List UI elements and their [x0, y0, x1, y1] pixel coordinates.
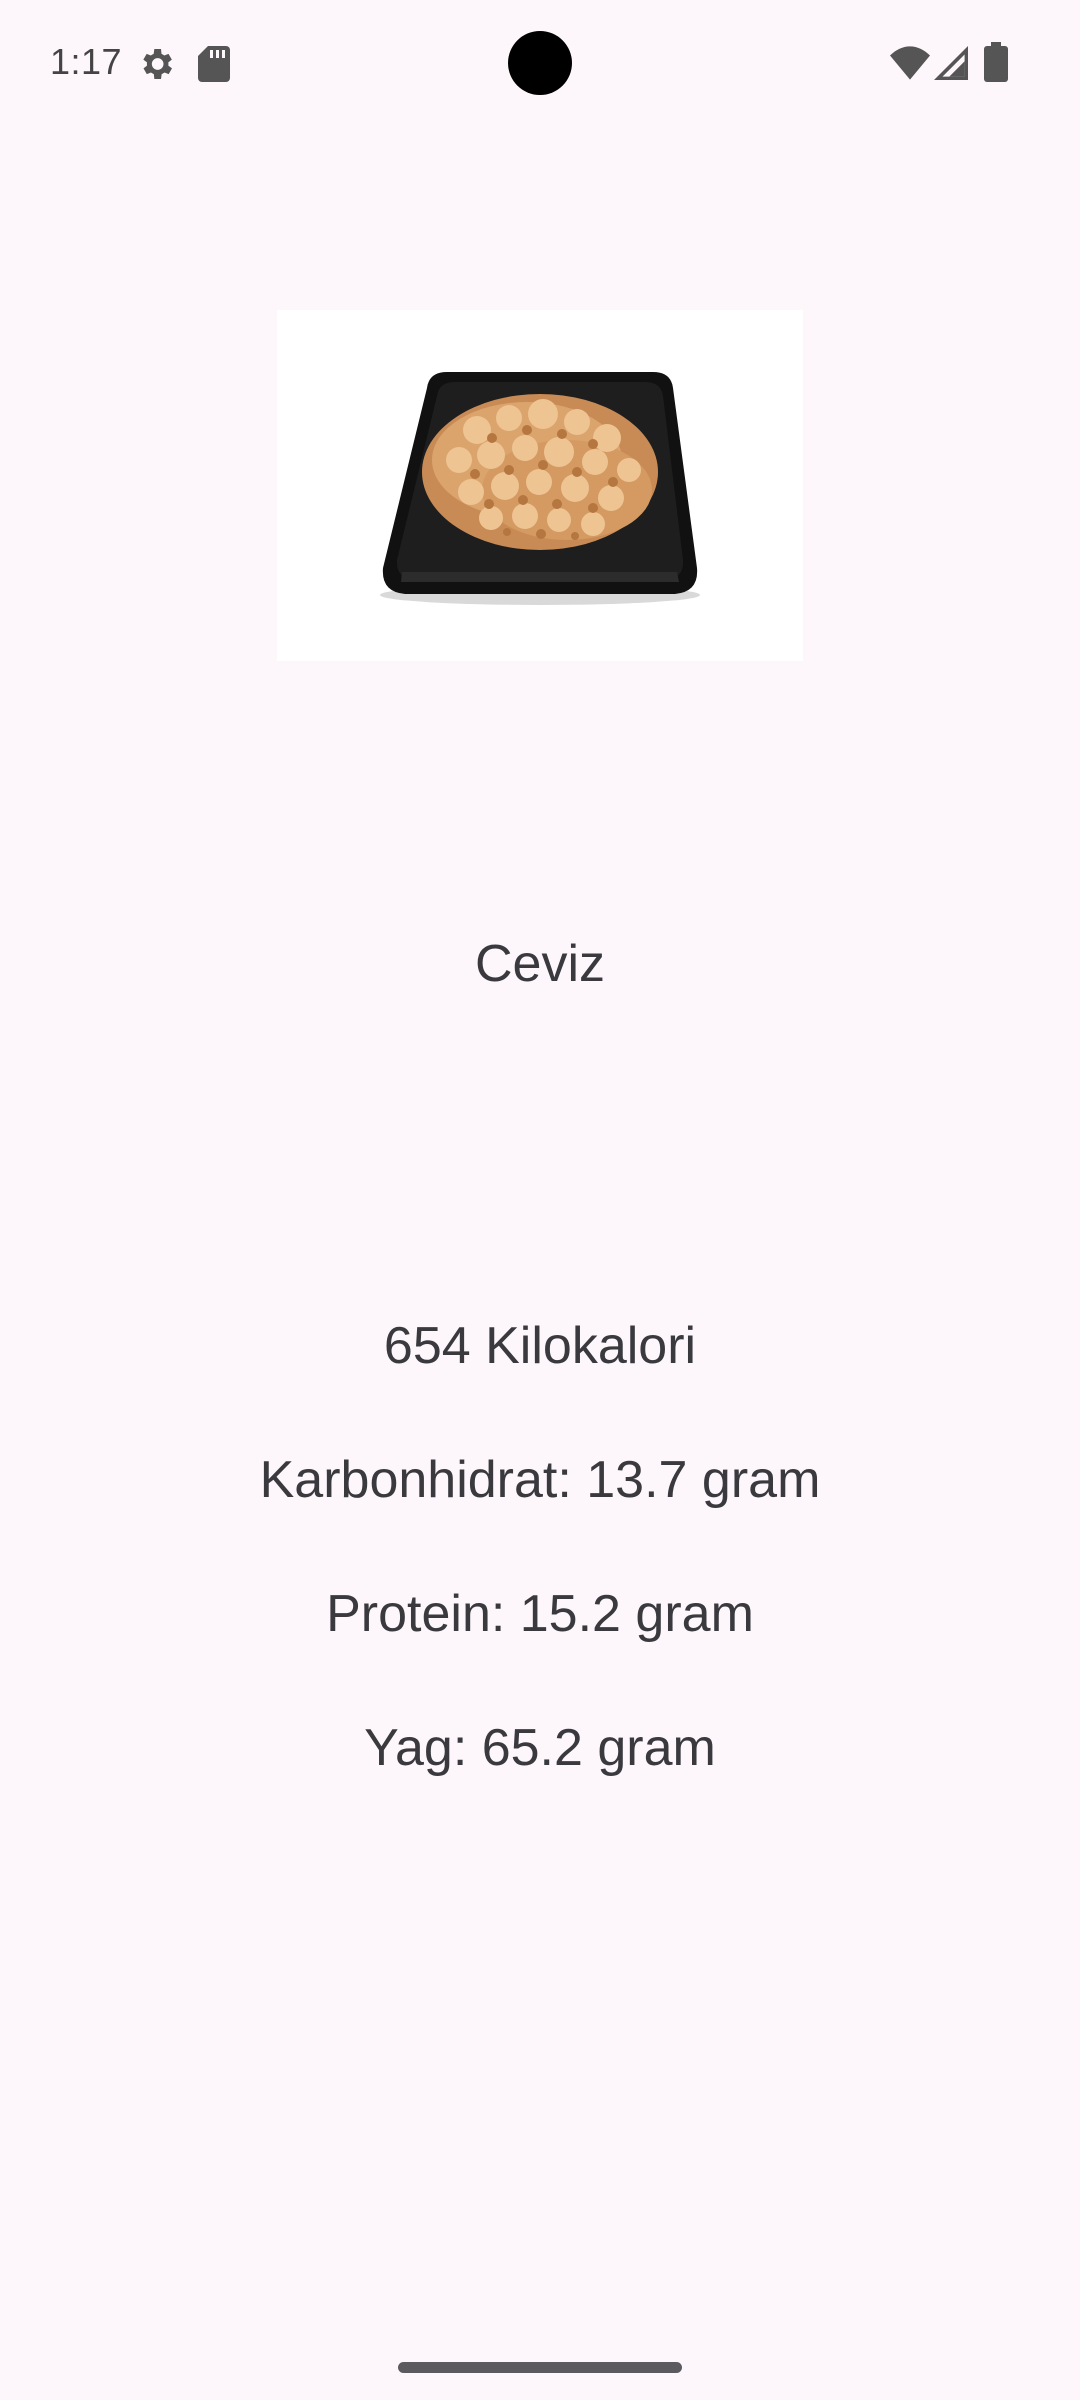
- walnut-plate-illustration: [380, 372, 700, 605]
- status-time: 1:17: [50, 41, 123, 82]
- wifi-icon: [890, 46, 930, 80]
- walnuts-plate-image: [277, 310, 803, 661]
- protein-value: Protein: 15.2 gram: [326, 1585, 754, 1643]
- status-bar: 1:17: [0, 0, 1080, 128]
- fat-value: Yag: 65.2 gram: [364, 1719, 716, 1777]
- calories-value: 654 Kilokalori: [383, 1317, 697, 1375]
- settings-gear-icon: [143, 49, 172, 79]
- cell-signal-icon: [934, 46, 968, 80]
- sd-card-icon: [198, 46, 230, 82]
- battery-icon: [984, 42, 1008, 82]
- home-gesture-bar[interactable]: [398, 2362, 682, 2373]
- carbohydrate-value: Karbonhidrat: 13.7 gram: [259, 1451, 821, 1509]
- food-name: Ceviz: [474, 935, 606, 993]
- camera-cutout: [508, 31, 572, 95]
